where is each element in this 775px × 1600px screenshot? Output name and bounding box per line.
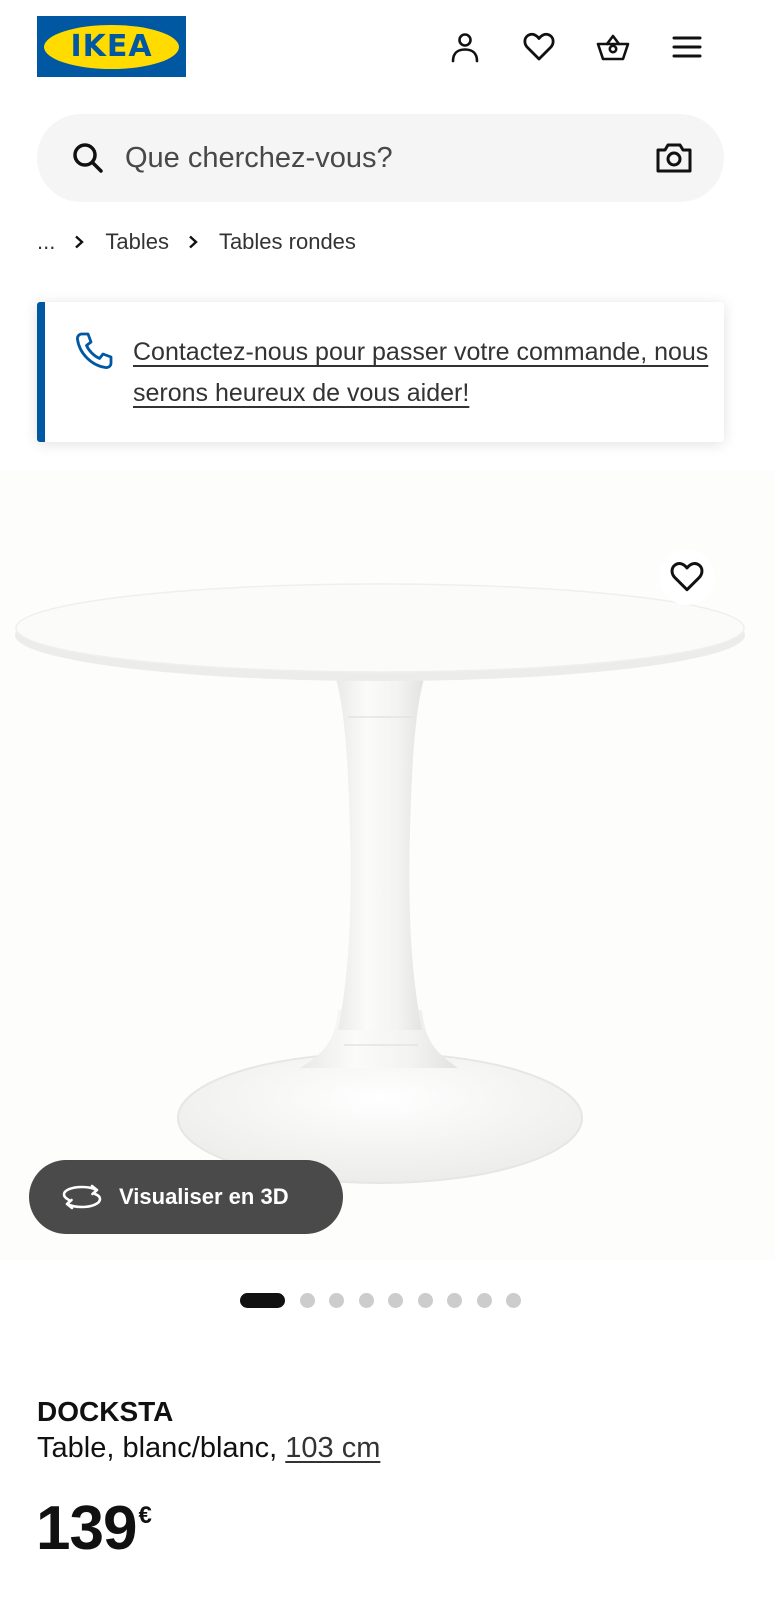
search-input[interactable]: [125, 132, 605, 184]
heart-icon[interactable]: [518, 26, 560, 68]
breadcrumb-tables-rondes[interactable]: Tables rondes: [219, 229, 356, 255]
header: IKEA: [0, 0, 775, 100]
basket-icon[interactable]: [592, 26, 634, 68]
camera-search-icon[interactable]: [654, 138, 694, 178]
pagination-dot[interactable]: [329, 1292, 344, 1308]
search-icon: [73, 143, 103, 173]
logo-text: IKEA: [70, 29, 153, 64]
logo-oval: IKEA: [44, 24, 179, 69]
product-price: 139 €: [36, 1496, 152, 1562]
pagination-dot[interactable]: [447, 1292, 462, 1308]
product-image: [15, 583, 745, 1184]
phone-icon: [76, 332, 113, 369]
contact-link[interactable]: Contactez-nous pour passer votre command…: [133, 332, 713, 414]
gallery-pagination: [240, 1291, 536, 1309]
pagination-dot[interactable]: [299, 1292, 315, 1308]
chevron-right-icon: [187, 235, 199, 249]
account-icon[interactable]: [444, 26, 486, 68]
price-currency: €: [138, 1502, 152, 1529]
price-amount: 139: [36, 1494, 137, 1563]
contact-banner: Contactez-nous pour passer votre command…: [37, 302, 724, 442]
ikea-logo[interactable]: IKEA: [37, 16, 186, 77]
breadcrumb-ellipsis[interactable]: ...: [37, 229, 55, 255]
pagination-dot[interactable]: [417, 1292, 433, 1308]
product-description-text: Table, blanc/blanc,: [37, 1432, 278, 1464]
visualize-3d-button[interactable]: Visualiser en 3D: [29, 1160, 343, 1234]
visualize-3d-label: Visualiser en 3D: [119, 1184, 289, 1209]
product-size-link[interactable]: 103 cm: [285, 1432, 380, 1464]
search-bar[interactable]: [37, 114, 724, 202]
menu-icon[interactable]: [666, 26, 708, 68]
product-description: Table, blanc/blanc, 103 cm: [37, 1432, 380, 1465]
chevron-right-icon: [73, 235, 85, 249]
pagination-dot[interactable]: [388, 1292, 403, 1308]
pagination-dot[interactable]: [358, 1292, 374, 1308]
rotate-3d-icon: [62, 1184, 102, 1210]
pagination-dot-active[interactable]: [240, 1292, 285, 1308]
pagination-dot[interactable]: [476, 1292, 492, 1308]
heart-icon: [670, 562, 704, 592]
breadcrumb: ... Tables Tables rondes: [37, 226, 356, 258]
save-to-favorites-button[interactable]: [659, 549, 715, 605]
product-name: DOCKSTA: [37, 1396, 174, 1427]
breadcrumb-tables[interactable]: Tables: [105, 229, 169, 255]
product-gallery[interactable]: [0, 470, 775, 1260]
pagination-dot[interactable]: [506, 1292, 521, 1308]
